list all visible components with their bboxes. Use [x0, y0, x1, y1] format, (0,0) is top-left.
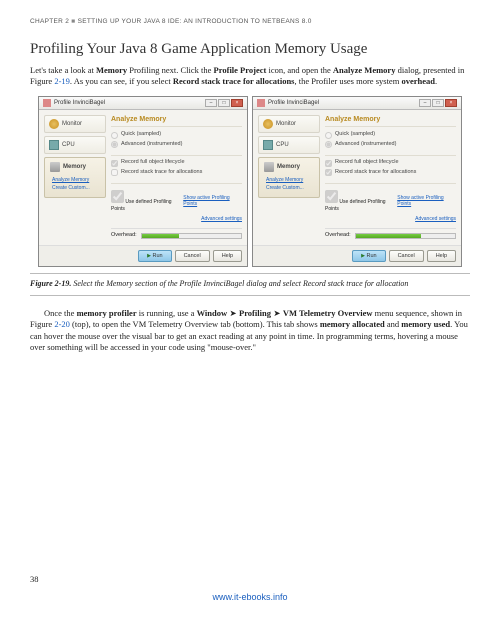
nav-sub-analyze[interactable]: Analyze Memory — [52, 177, 90, 184]
figure-2-19: Profile InvinciBagel – □ × Monitor CPU — [30, 96, 470, 267]
maximize-button[interactable]: □ — [432, 99, 444, 107]
dialog-titlebar: Profile InvinciBagel – □ × — [39, 97, 247, 110]
dialog-title: Profile InvinciBagel — [54, 99, 105, 107]
close-button[interactable]: × — [445, 99, 457, 107]
footer-link: www.it-ebooks.info — [30, 591, 470, 603]
memory-icon — [264, 162, 274, 172]
monitor-icon — [263, 119, 273, 129]
nav-sub-create[interactable]: Create Custom... — [52, 185, 90, 192]
minimize-button[interactable]: – — [205, 99, 217, 107]
radio-quick[interactable]: Quick (sampled) — [111, 131, 242, 138]
radio-quick[interactable]: Quick (sampled) — [325, 131, 456, 138]
window-buttons: – □ × — [419, 99, 457, 107]
checkbox-stacktrace[interactable]: Record stack trace for allocations — [325, 169, 456, 176]
checkbox-stacktrace[interactable]: Record stack trace for allocations — [111, 169, 242, 176]
help-button[interactable]: Help — [213, 250, 242, 262]
checkbox-lifecycle[interactable]: Record full object lifecycle — [111, 159, 242, 166]
nav-cpu[interactable]: CPU — [258, 136, 320, 154]
profile-dialog-left: Profile InvinciBagel – □ × Monitor CPU — [38, 96, 248, 267]
ebook-url[interactable]: www.it-ebooks.info — [212, 592, 287, 602]
cancel-button[interactable]: Cancel — [175, 250, 210, 262]
link-advanced-settings[interactable]: Advanced settings — [201, 216, 242, 222]
minimize-button[interactable]: – — [419, 99, 431, 107]
cancel-button[interactable]: Cancel — [389, 250, 424, 262]
checkbox-profiling-points[interactable]: Use defined Profiling Points — [111, 190, 183, 213]
nav-cpu[interactable]: CPU — [44, 136, 106, 154]
figure-xref-2-19[interactable]: 2-19 — [54, 76, 70, 86]
nav-memory[interactable]: Memory Analyze Memory Create Custom... — [258, 157, 320, 198]
overhead-bar — [355, 233, 456, 239]
dialog-title: Profile InvinciBagel — [268, 99, 319, 107]
netbeans-icon — [43, 99, 51, 107]
memory-icon — [50, 162, 60, 172]
run-button[interactable]: ▶ Run — [138, 250, 171, 262]
separator-glyph: ■ — [71, 18, 75, 25]
help-button[interactable]: Help — [427, 250, 456, 262]
menu-arrow-icon: ➤ — [271, 308, 283, 318]
close-button[interactable]: × — [231, 99, 243, 107]
radio-advanced[interactable]: Advanced (instrumented) — [111, 141, 242, 148]
cpu-icon — [49, 140, 59, 150]
menu-arrow-icon: ➤ — [227, 308, 239, 318]
overhead-bar — [141, 233, 242, 239]
figure-caption-text: Select the Memory section of the Profile… — [73, 279, 408, 288]
link-show-points[interactable]: Show active Profiling Points — [183, 195, 242, 209]
checkbox-profiling-points[interactable]: Use defined Profiling Points — [325, 190, 397, 213]
dialog-titlebar: Profile InvinciBagel – □ × — [253, 97, 461, 110]
radio-advanced[interactable]: Advanced (instrumented) — [325, 141, 456, 148]
link-advanced-settings[interactable]: Advanced settings — [415, 216, 456, 222]
run-button[interactable]: ▶ Run — [352, 250, 385, 262]
intro-paragraph: Let's take a look at Memory Profiling ne… — [30, 65, 470, 88]
profile-dialog-right: Profile InvinciBagel – □ × Monitor CPU — [252, 96, 462, 267]
nav-monitor[interactable]: Monitor — [258, 115, 320, 133]
pane-title: Analyze Memory — [111, 115, 242, 127]
overhead-row: Overhead: — [325, 228, 456, 239]
nav-memory[interactable]: Memory Analyze Memory Create Custom... — [44, 157, 106, 198]
section-title: Profiling Your Java 8 Game Application M… — [30, 39, 470, 59]
pane-title: Analyze Memory — [325, 115, 456, 127]
page-number: 38 — [30, 574, 470, 585]
chapter-title: SETTING UP YOUR JAVA 8 IDE: AN INTRODUCT… — [78, 18, 312, 25]
cpu-icon — [263, 140, 273, 150]
netbeans-icon — [257, 99, 265, 107]
monitor-icon — [49, 119, 59, 129]
nav-monitor[interactable]: Monitor — [44, 115, 106, 133]
overhead-row: Overhead: — [111, 228, 242, 239]
figure-number: Figure 2-19. — [30, 279, 71, 288]
maximize-button[interactable]: □ — [218, 99, 230, 107]
chapter-header: CHAPTER 2 ■ SETTING UP YOUR JAVA 8 IDE: … — [30, 18, 470, 27]
window-buttons: – □ × — [205, 99, 243, 107]
checkbox-lifecycle[interactable]: Record full object lifecycle — [325, 159, 456, 166]
nav-sub-analyze[interactable]: Analyze Memory — [266, 177, 304, 184]
dialog-nav: Monitor CPU Memory Analyze Memory Create… — [44, 115, 106, 240]
link-show-points[interactable]: Show active Profiling Points — [397, 195, 456, 209]
chapter-prefix: CHAPTER 2 — [30, 18, 69, 25]
dialog-nav: Monitor CPU Memory Analyze Memory Create… — [258, 115, 320, 240]
followup-paragraph: Once the memory profiler is running, use… — [30, 308, 470, 354]
nav-sub-create[interactable]: Create Custom... — [266, 185, 304, 192]
figure-xref-2-20[interactable]: 2-20 — [54, 319, 70, 329]
figure-caption: Figure 2-19. Select the Memory section o… — [30, 273, 470, 296]
